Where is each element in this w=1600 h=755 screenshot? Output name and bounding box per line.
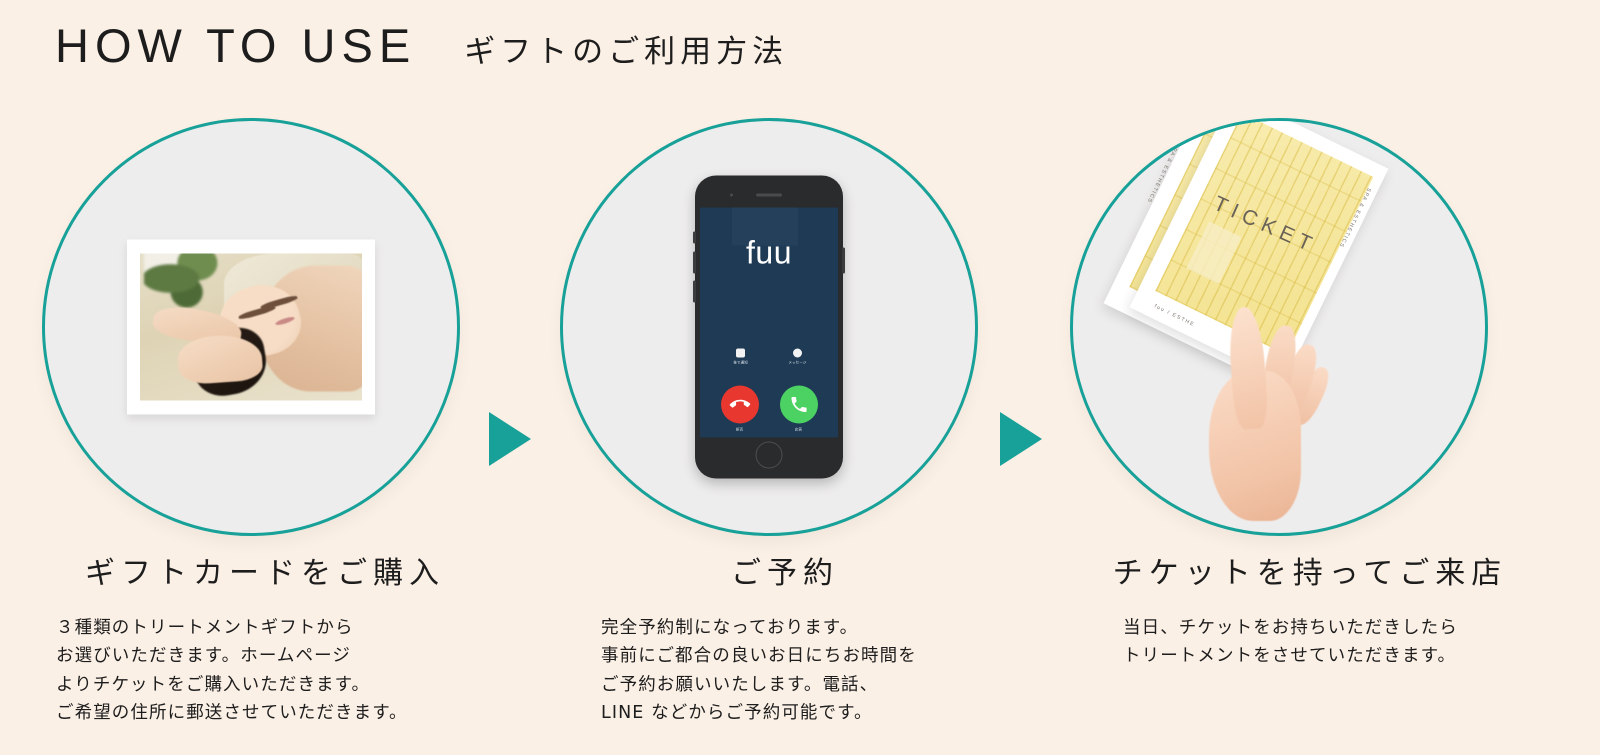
next-step-arrow-icon	[1000, 412, 1042, 466]
decline-call-wrap[interactable]: 拒否	[720, 385, 759, 433]
caller-name: fuu	[746, 234, 792, 271]
next-step-arrow-icon	[489, 412, 531, 466]
step-3-circle: SPA & ESTHETICS TICKET SPA & ESTHETICS f…	[1070, 118, 1488, 536]
hand-illustration	[1199, 305, 1337, 528]
photo-image	[140, 253, 362, 401]
home-button[interactable]	[755, 441, 783, 469]
step-1-body-line: ３種類のトリートメントギフトから	[56, 618, 354, 638]
message-label: メッセージ	[788, 360, 807, 365]
step-3-caption: チケットを持ってご来店 当日、チケットをお持ちいただきしたら トリートメントをさ…	[1075, 548, 1545, 671]
incoming-call-screen: fuu 後で通知 メッセージ 拒否 応答	[700, 207, 838, 438]
phone-volume-up-button	[693, 251, 696, 274]
earpiece-speaker	[756, 193, 782, 197]
step-2-title: ご予約	[731, 556, 839, 591]
step-1-caption: ギフトカードをご購入 ３種類のトリートメントギフトから お選びいただきます。ホー…	[40, 548, 510, 727]
step-1-circle	[42, 118, 460, 536]
captions-row: ギフトカードをご購入 ３種類のトリートメントギフトから お選びいただきます。ホー…	[0, 548, 1600, 755]
step-2-body-line: LINE などからご予約可能です。	[601, 703, 873, 724]
message-icon	[793, 348, 802, 358]
remind-later-label: 後で通知	[733, 360, 748, 365]
decline-call-button[interactable]	[720, 385, 759, 424]
step-2-circle: fuu 後で通知 メッセージ 拒否 応答	[560, 118, 978, 536]
front-camera-icon	[730, 193, 733, 197]
message-action[interactable]: メッセージ	[774, 348, 822, 366]
step-3-title: チケットを持ってご来店	[1112, 556, 1508, 591]
step-1-body-line: ご希望の住所に郵送させていただきます。	[56, 703, 408, 724]
phone-mute-switch	[693, 231, 696, 244]
hand-holding-ticket: SPA & ESTHETICS TICKET SPA & ESTHETICS f…	[1073, 121, 1485, 533]
answer-call-wrap[interactable]: 応答	[779, 385, 818, 433]
step-1-title: ギフトカードをご購入	[85, 556, 445, 591]
call-primary-buttons: 拒否 応答	[700, 385, 838, 433]
page-title-en: HOW TO USE	[55, 19, 417, 72]
step-1-body: ３種類のトリートメントギフトから お選びいただきます。ホームページ よりチケット…	[40, 614, 510, 727]
step-2-body: 完全予約制になっております。 事前にご都合の良いお日にちお時間を ご予約お願いい…	[565, 614, 1015, 727]
step-1-body-line: お選びいただきます。ホームページ	[56, 646, 351, 667]
step-3-body-line: トリートメントをさせていただきます。	[1123, 646, 1457, 667]
phone-power-button	[842, 247, 845, 274]
step-2-caption: ご予約 完全予約制になっております。 事前にご都合の良いお日にちお時間を ご予約…	[565, 548, 1015, 727]
clock-icon	[736, 348, 745, 358]
step-3-body-line: 当日、チケットをお持ちいただきしたら	[1123, 618, 1458, 638]
page-title-jp: ギフトのご利用方法	[464, 34, 789, 70]
phone-up-icon	[791, 397, 807, 412]
steps-row: fuu 後で通知 メッセージ 拒否 応答 SPA & ESTHETICS TIC…	[0, 118, 1600, 548]
step-2-body-line: ご予約お願いいたします。電話、	[601, 674, 879, 695]
ticket-notch	[1186, 221, 1242, 285]
call-secondary-actions: 後で通知 メッセージ	[700, 348, 838, 366]
step-2-body-line: 事前にご都合の良いお日にちお時間を	[601, 646, 917, 667]
step-1-body-line: よりチケットをご購入いただきます。	[56, 674, 371, 695]
remind-later-action[interactable]: 後で通知	[717, 348, 765, 366]
phone-down-icon	[729, 399, 750, 408]
facial-treatment-photo	[127, 239, 375, 415]
answer-call-label: 応答	[794, 427, 803, 432]
step-3-body: 当日、チケットをお持ちいただきしたら トリートメントをさせていただきます。	[1075, 614, 1545, 671]
plant-decor-icon	[144, 253, 234, 310]
page-header: HOW TO USE ギフトのご利用方法	[55, 18, 788, 73]
answer-call-button[interactable]	[779, 385, 818, 424]
decline-call-label: 拒否	[735, 427, 744, 432]
step-2-body-line: 完全予約制になっております。	[601, 618, 859, 638]
phone-volume-down-button	[693, 280, 696, 303]
smartphone-mockup: fuu 後で通知 メッセージ 拒否 応答	[693, 175, 845, 479]
